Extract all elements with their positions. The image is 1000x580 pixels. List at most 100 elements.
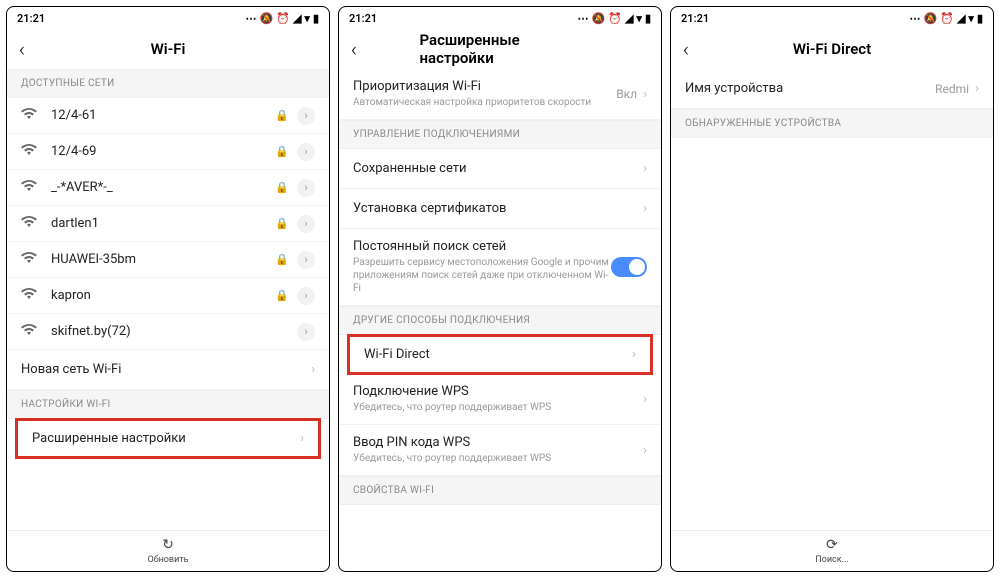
item-subtitle: Убедитесь, что роутер поддерживает WPS — [353, 452, 643, 465]
wps-connect-item[interactable]: Подключение WPS Убедитесь, что роутер по… — [339, 374, 661, 425]
section-wifi-settings: НАСТРОЙКИ WI-FI — [7, 390, 329, 419]
priority-item[interactable]: Приоритизация Wi-Fi Автоматическая настр… — [339, 69, 661, 120]
search-label: Поиск... — [815, 555, 848, 565]
more-icon: ⋯ — [578, 12, 589, 25]
more-icon: ⋯ — [246, 12, 257, 25]
wifi-network-item[interactable]: skifnet.by(72) › — [7, 314, 329, 350]
item-label: Новая сеть Wi-Fi — [21, 362, 311, 377]
battery-icon: ▮ — [645, 12, 651, 25]
item-label: Сохраненные сети — [353, 161, 643, 176]
item-label: Имя устройства — [685, 81, 935, 96]
lock-icon: 🔒 — [275, 145, 289, 158]
wifi-icon — [21, 288, 39, 304]
chevron-icon: › — [632, 347, 636, 362]
wifi-network-item[interactable]: HUAWEI-35bm 🔒 › — [7, 242, 329, 278]
chevron-icon: › — [643, 201, 647, 216]
wifi-network-item[interactable]: _-*AVER*-_ 🔒 › — [7, 170, 329, 206]
item-content: Приоритизация Wi-Fi Автоматическая настр… — [353, 79, 616, 109]
search-icon[interactable]: ⟳ — [826, 537, 838, 553]
always-scan-item[interactable]: Постоянный поиск сетей Разрешить сервису… — [339, 229, 661, 306]
mute-icon: 🔕 — [260, 12, 274, 25]
item-label: Wi-Fi Direct — [364, 347, 632, 362]
chevron-icon[interactable]: › — [297, 143, 315, 161]
wifi-network-item[interactable]: 12/4-69 🔒 › — [7, 134, 329, 170]
wps-pin-item[interactable]: Ввод PIN кода WPS Убедитесь, что роутер … — [339, 425, 661, 476]
chevron-icon[interactable]: › — [297, 287, 315, 305]
phone-screen-2: 21:21 ⋯ 🔕 ⏰ ◢ ▾ ▮ ‹ Расширенные настройк… — [338, 6, 662, 572]
lock-icon: 🔒 — [275, 253, 289, 266]
network-name: 12/4-61 — [51, 108, 275, 123]
page-title: Расширенные настройки — [420, 31, 581, 67]
scroll-area[interactable]: Имя устройства Redmi › ОБНАРУЖЕННЫЕ УСТР… — [671, 69, 993, 530]
item-content: Ввод PIN кода WPS Убедитесь, что роутер … — [353, 435, 643, 465]
wifi-status-icon: ▾ — [636, 12, 642, 25]
chevron-icon: › — [300, 431, 304, 446]
lock-icon: 🔒 — [275, 181, 289, 194]
chevron-icon: › — [311, 362, 315, 377]
item-subtitle: Автоматическая настройка приоритетов ско… — [353, 96, 616, 109]
wifi-network-item[interactable]: kapron 🔒 › — [7, 278, 329, 314]
chevron-icon[interactable]: › — [297, 107, 315, 125]
alarm-icon: ⏰ — [608, 12, 622, 25]
alarm-icon: ⏰ — [940, 12, 954, 25]
header: ‹ Wi-Fi — [7, 29, 329, 69]
chevron-icon[interactable]: › — [297, 215, 315, 233]
saved-networks-item[interactable]: Сохраненные сети › — [339, 149, 661, 189]
status-bar: 21:21 ⋯ 🔕 ⏰ ◢ ▾ ▮ — [7, 7, 329, 29]
header: ‹ Расширенные настройки — [339, 29, 661, 69]
chevron-icon[interactable]: › — [297, 179, 315, 197]
phone-screen-1: 21:21 ⋯ 🔕 ⏰ ◢ ▾ ▮ ‹ Wi-Fi ДОСТУПНЫЕ СЕТИ… — [6, 6, 330, 572]
install-certs-item[interactable]: Установка сертификатов › — [339, 189, 661, 229]
section-wifi-props: СВОЙСТВА WI-FI — [339, 476, 661, 505]
bottom-bar: ↻ Обновить — [7, 530, 329, 571]
item-label: Расширенные настройки — [32, 431, 300, 446]
chevron-icon[interactable]: › — [297, 323, 315, 341]
signal-icon: ◢ — [625, 12, 633, 25]
lock-icon: 🔒 — [275, 217, 289, 230]
device-name-item[interactable]: Имя устройства Redmi › — [671, 69, 993, 109]
phone-screen-3: 21:21 ⋯ 🔕 ⏰ ◢ ▾ ▮ ‹ Wi-Fi Direct Имя уст… — [670, 6, 994, 572]
scroll-area[interactable]: Приоритизация Wi-Fi Автоматическая настр… — [339, 69, 661, 571]
item-title: Постоянный поиск сетей — [353, 239, 611, 254]
alarm-icon: ⏰ — [276, 12, 290, 25]
scroll-area[interactable]: ДОСТУПНЫЕ СЕТИ 12/4-61 🔒 › 12/4-69 🔒 › _… — [7, 69, 329, 530]
chevron-icon: › — [643, 87, 647, 102]
status-bar: 21:21 ⋯ 🔕 ⏰ ◢ ▾ ▮ — [671, 7, 993, 29]
wifi-icon — [21, 108, 39, 124]
item-content: Подключение WPS Убедитесь, что роутер по… — [353, 384, 643, 414]
item-subtitle: Разрешить сервису местоположения Google … — [353, 256, 611, 295]
item-subtitle: Убедитесь, что роутер поддерживает WPS — [353, 401, 643, 414]
wifi-icon — [21, 252, 39, 268]
page-title: Wi-Fi — [151, 40, 186, 58]
wifi-network-item[interactable]: 12/4-61 🔒 › — [7, 98, 329, 134]
wifi-direct-item[interactable]: Wi-Fi Direct › — [347, 334, 653, 375]
chevron-icon: › — [975, 81, 979, 96]
wifi-network-item[interactable]: dartlen1 🔒 › — [7, 206, 329, 242]
status-bar: 21:21 ⋯ 🔕 ⏰ ◢ ▾ ▮ — [339, 7, 661, 29]
status-time: 21:21 — [349, 12, 377, 25]
back-button[interactable]: ‹ — [683, 37, 703, 61]
signal-icon: ◢ — [957, 12, 965, 25]
page-title: Wi-Fi Direct — [793, 40, 871, 58]
mute-icon: 🔕 — [592, 12, 606, 25]
battery-icon: ▮ — [313, 12, 319, 25]
new-network-item[interactable]: Новая сеть Wi-Fi › — [7, 350, 329, 390]
section-discovered-devices: ОБНАРУЖЕННЫЕ УСТРОЙСТВА — [671, 109, 993, 138]
status-icons: ⋯ 🔕 ⏰ ◢ ▾ ▮ — [246, 12, 319, 25]
advanced-settings-item[interactable]: Расширенные настройки › — [15, 418, 321, 459]
item-title: Подключение WPS — [353, 384, 643, 399]
wifi-icon — [21, 324, 39, 340]
toggle-switch[interactable] — [611, 257, 647, 277]
item-label: Установка сертификатов — [353, 201, 643, 216]
network-name: skifnet.by(72) — [51, 324, 297, 339]
section-available-networks: ДОСТУПНЫЕ СЕТИ — [7, 69, 329, 98]
refresh-label: Обновить — [148, 555, 189, 565]
status-time: 21:21 — [681, 12, 709, 25]
item-content: Постоянный поиск сетей Разрешить сервису… — [353, 239, 611, 295]
chevron-icon[interactable]: › — [297, 251, 315, 269]
item-title: Ввод PIN кода WPS — [353, 435, 643, 450]
refresh-icon[interactable]: ↻ — [162, 537, 174, 553]
back-button[interactable]: ‹ — [19, 37, 39, 61]
wifi-icon — [21, 180, 39, 196]
back-button[interactable]: ‹ — [351, 37, 371, 61]
